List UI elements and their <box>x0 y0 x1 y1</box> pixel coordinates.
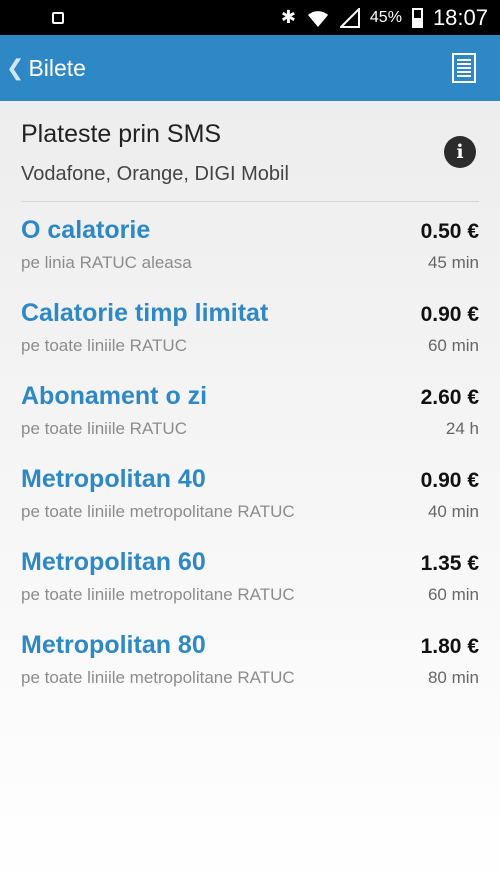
ticket-price: 1.80 € <box>420 635 479 658</box>
ticket-name: Metropolitan 60 <box>21 548 206 576</box>
wifi-icon <box>306 8 330 28</box>
ticket-duration: 40 min <box>427 502 479 521</box>
ticket-name: O calatorie <box>21 216 151 244</box>
ticket-item[interactable]: Calatorie timp limitat pe toate liniile … <box>21 285 479 368</box>
status-bar: ✱ 45% 18:07 <box>0 0 500 35</box>
ticket-duration: 60 min <box>427 336 479 355</box>
ticket-duration: 24 h <box>445 419 479 438</box>
app-bar: ❮ Bilete <box>0 35 500 101</box>
ticket-name: Calatorie timp limitat <box>21 299 269 327</box>
ticket-price: 2.60 € <box>420 386 479 409</box>
document-icon[interactable] <box>452 53 476 83</box>
ticket-duration: 45 min <box>427 253 479 272</box>
smartwatch-icon <box>50 7 66 28</box>
status-bar-right: ✱ 45% 18:07 <box>281 5 488 31</box>
ticket-price: 0.90 € <box>420 469 479 492</box>
ticket-item[interactable]: Metropolitan 40 pe toate liniile metropo… <box>21 451 479 534</box>
signal-icon <box>339 7 360 28</box>
back-chevron-icon: ❮ <box>6 55 25 80</box>
battery-icon <box>411 7 423 28</box>
sms-operators: Vodafone, Orange, DIGI Mobil <box>21 163 289 185</box>
ticket-name: Abonament o zi <box>21 382 208 410</box>
ticket-item[interactable]: Abonament o zi pe toate liniile RATUC 2.… <box>21 368 479 451</box>
ticket-description: pe toate liniile metropolitane RATUC <box>21 502 295 521</box>
ticket-description: pe toate liniile metropolitane RATUC <box>21 668 295 687</box>
ticket-description: pe toate liniile RATUC <box>21 336 187 355</box>
status-bar-left <box>50 7 66 28</box>
back-button[interactable]: ❮ Bilete <box>6 55 86 82</box>
back-label: Bilete <box>28 54 86 81</box>
ticket-item[interactable]: Metropolitan 60 pe toate liniile metropo… <box>21 534 479 617</box>
info-icon[interactable]: i <box>444 136 476 168</box>
ticket-list: O calatorie pe linia RATUC aleasa 0.50 €… <box>21 202 479 700</box>
ticket-duration: 60 min <box>427 585 479 604</box>
ticket-price: 1.35 € <box>420 552 479 575</box>
ticket-price: 0.90 € <box>420 303 479 326</box>
bluetooth-icon: ✱ <box>280 7 296 28</box>
ticket-description: pe toate liniile metropolitane RATUC <box>21 585 295 604</box>
ticket-item[interactable]: O calatorie pe linia RATUC aleasa 0.50 €… <box>21 202 479 285</box>
ticket-name: Metropolitan 40 <box>21 465 206 493</box>
ticket-duration: 80 min <box>427 668 479 687</box>
ticket-price: 0.50 € <box>420 220 479 243</box>
sms-title: Plateste prin SMS <box>21 120 222 148</box>
status-time: 18:07 <box>432 4 488 30</box>
battery-percent: 45% <box>369 8 402 26</box>
ticket-description: pe toate liniile RATUC <box>21 419 187 438</box>
ticket-description: pe linia RATUC aleasa <box>21 253 192 272</box>
sms-payment-header: Plateste prin SMS Vodafone, Orange, DIGI… <box>21 101 479 202</box>
ticket-name: Metropolitan 80 <box>21 631 206 659</box>
ticket-item[interactable]: Metropolitan 80 pe toate liniile metropo… <box>21 617 479 700</box>
main-content: Plateste prin SMS Vodafone, Orange, DIGI… <box>0 101 500 889</box>
